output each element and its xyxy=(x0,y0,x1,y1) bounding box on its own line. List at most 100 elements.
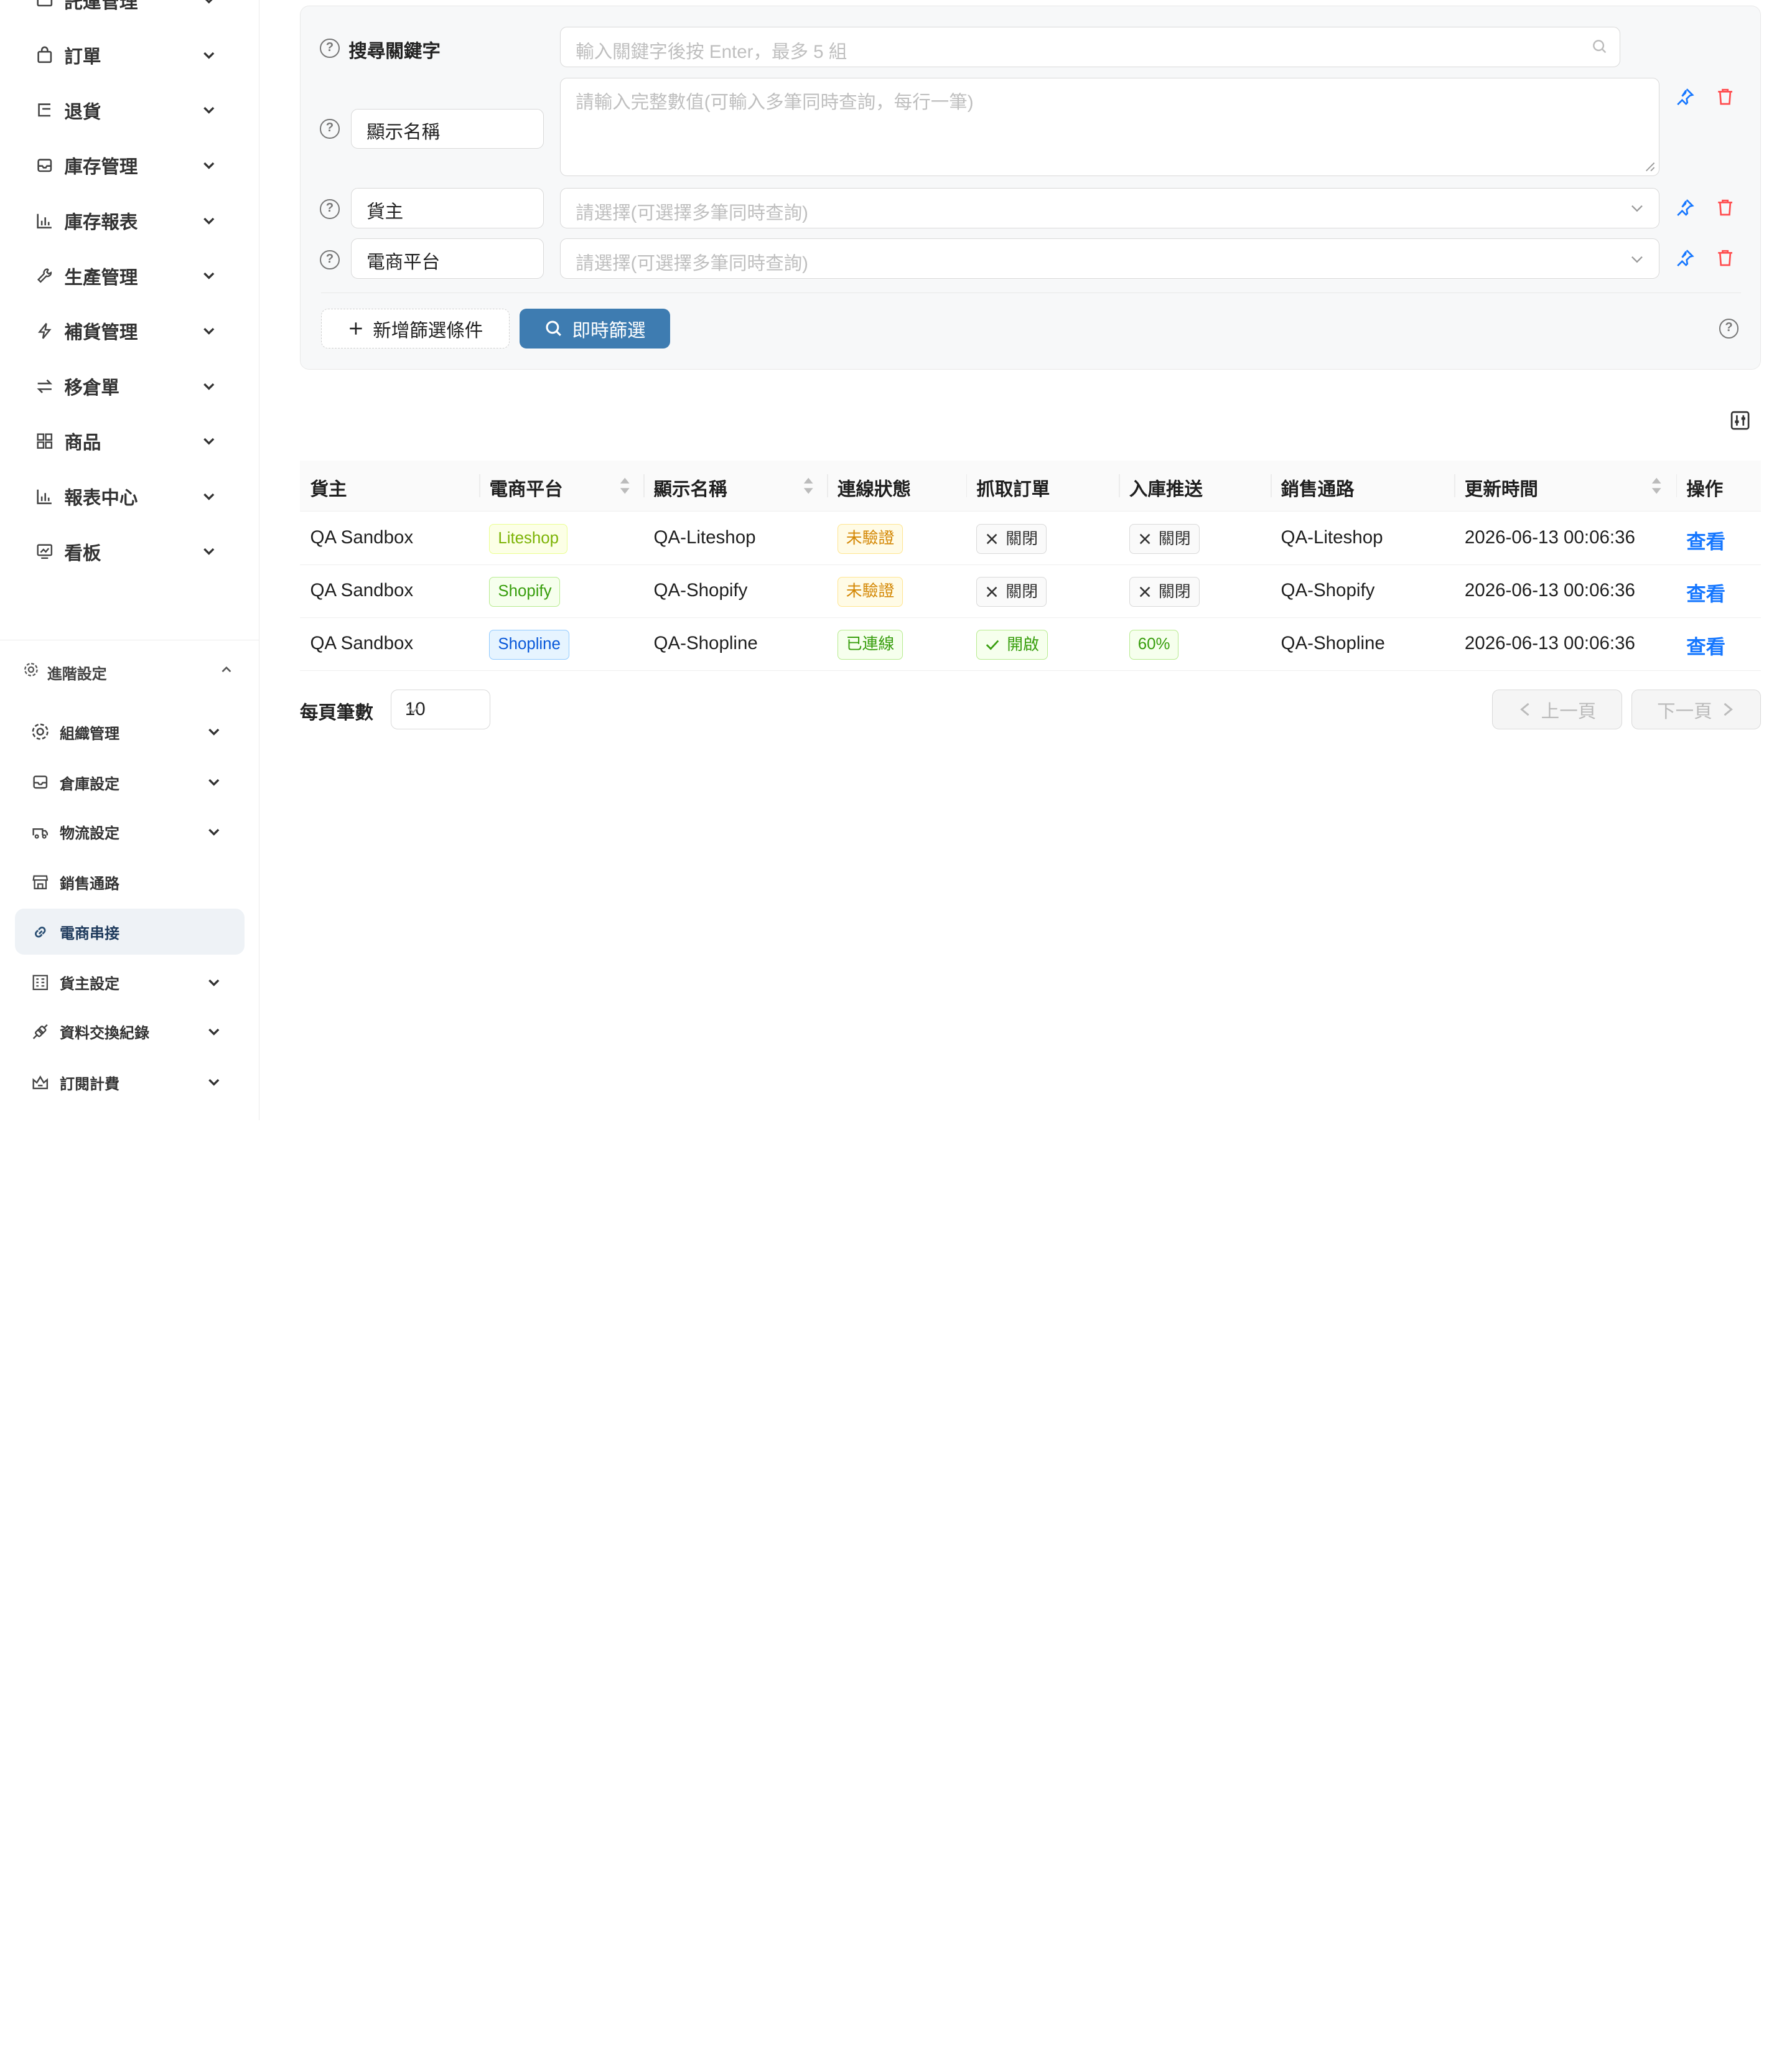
column-settings-icon[interactable] xyxy=(1730,410,1750,431)
column-separator xyxy=(1270,474,1272,498)
close-icon xyxy=(986,533,997,545)
sidebar-item-consignment[interactable]: 託運管理 xyxy=(0,0,259,23)
keyword-label: 搜尋關鍵字 xyxy=(348,41,441,62)
prev-page-label: 上一頁 xyxy=(1541,701,1597,722)
sidebar-item-owner-settings[interactable]: 貨主設定 xyxy=(0,960,259,1006)
sidebar-item-dashboard[interactable]: 看板 xyxy=(0,528,259,574)
filter-field-select-platform[interactable]: 電商平台 xyxy=(351,238,544,279)
prev-page-button[interactable]: 上一頁 xyxy=(1492,689,1622,730)
sidebar-item-ecommerce-integration[interactable]: 電商串接 xyxy=(0,909,259,955)
column-separator xyxy=(966,474,968,498)
sidebar-item-label: 貨主設定 xyxy=(60,975,119,993)
page-size-label: 每頁筆數 xyxy=(299,702,373,723)
inbound-push-tag: 關閉 xyxy=(1129,576,1200,607)
grid-icon xyxy=(34,431,55,451)
sidebar-item-label: 物流設定 xyxy=(60,825,119,843)
filter-divider xyxy=(321,292,1741,293)
view-link[interactable]: 查看 xyxy=(1686,526,1725,554)
sidebar-item-inventory[interactable]: 庫存管理 xyxy=(0,143,259,189)
fetch-orders-value: 關閉 xyxy=(1006,583,1038,601)
sidebar-item-inventory-report[interactable]: 庫存報表 xyxy=(0,198,259,244)
delete-icon[interactable] xyxy=(1715,197,1735,218)
display-name-textarea[interactable]: 請輸入完整數值(可輸入多筆同時查詢，每行一筆) xyxy=(560,77,1659,177)
sidebar-item-label: 組織管理 xyxy=(60,725,119,742)
instant-filter-button[interactable]: 即時篩選 xyxy=(520,308,671,349)
filter-field-select-display-name[interactable]: 顯示名稱 xyxy=(351,108,544,149)
column-header: 入庫推送 xyxy=(1129,479,1203,500)
help-icon[interactable]: ? xyxy=(320,38,340,58)
updated-time-cell: 2026-06-13 00:06:36 xyxy=(1464,633,1635,654)
close-icon xyxy=(1139,586,1150,597)
filter-field-select-owner[interactable]: 貨主 xyxy=(351,187,544,228)
inbox-icon xyxy=(34,155,55,175)
sidebar-item-orders[interactable]: 訂單 xyxy=(0,32,259,78)
search-icon xyxy=(1591,38,1608,55)
sidebar-item-products[interactable]: 商品 xyxy=(0,418,259,464)
help-icon[interactable]: ? xyxy=(320,250,340,269)
help-icon[interactable]: ? xyxy=(1719,319,1739,339)
sidebar-item-report-center[interactable]: 報表中心 xyxy=(0,474,259,520)
instant-filter-label: 即時篩選 xyxy=(572,320,646,341)
sidebar-item-subscription-billing[interactable]: 訂閱計費 xyxy=(0,1059,259,1105)
sidebar-item-returns[interactable]: 退貨 xyxy=(0,87,259,133)
section-label: 進階設定 xyxy=(47,666,107,683)
sidebar-item-label: 託運管理 xyxy=(64,0,138,12)
sidebar-item-production[interactable]: 生產管理 xyxy=(0,253,259,299)
sidebar-item-organization[interactable]: 組織管理 xyxy=(0,709,259,755)
gear-icon xyxy=(23,662,42,680)
view-link[interactable]: 查看 xyxy=(1686,632,1725,660)
chevron-down-icon xyxy=(1629,200,1645,216)
chevron-down-icon xyxy=(205,973,223,992)
inbound-push-value: 關閉 xyxy=(1158,530,1191,548)
add-filter-button[interactable]: 新增篩選條件 xyxy=(321,308,510,349)
sort-icon[interactable] xyxy=(803,475,814,496)
sidebar-item-label: 資料交換紀錄 xyxy=(60,1025,149,1042)
sales-channel-cell: QA-Liteshop xyxy=(1281,527,1383,548)
display-name-cell: QA-Shopify xyxy=(653,580,748,601)
pin-icon[interactable] xyxy=(1674,87,1695,107)
sidebar-item-label: 報表中心 xyxy=(64,488,138,509)
column-header[interactable]: 更新時間 xyxy=(1465,474,1538,501)
column-header[interactable]: 電商平台 xyxy=(489,474,562,501)
page-size-select[interactable]: 10 xyxy=(390,689,491,730)
owner-multiselect[interactable]: 請選擇(可選擇多筆同時查詢) xyxy=(560,187,1659,228)
help-icon[interactable]: ? xyxy=(320,119,340,139)
sidebar-item-replenishment[interactable]: 補貨管理 xyxy=(0,308,259,354)
column-header[interactable]: 顯示名稱 xyxy=(653,474,727,501)
next-page-button[interactable]: 下一頁 xyxy=(1631,689,1762,730)
chevron-down-icon xyxy=(205,823,223,841)
pin-icon[interactable] xyxy=(1674,248,1695,268)
column-separator xyxy=(643,474,645,498)
sidebar-item-sales-channels[interactable]: 銷售通路 xyxy=(0,859,259,905)
chevron-down-icon xyxy=(200,377,218,396)
next-page-label: 下一頁 xyxy=(1657,701,1712,722)
chevron-right-icon xyxy=(1721,701,1735,718)
sidebar-item-logistics-settings[interactable]: 物流設定 xyxy=(0,809,259,855)
keyword-placeholder: 輸入關鍵字後按 Enter，最多 5 組 xyxy=(576,42,847,63)
bar-chart-icon xyxy=(34,486,55,507)
sidebar-section-advanced[interactable]: 進階設定 xyxy=(0,650,259,691)
inbound-push-tag: 60% xyxy=(1129,629,1179,660)
table-row: QA Sandbox Liteshop QA-Liteshop 未驗證 關閉 關… xyxy=(299,512,1762,566)
view-link[interactable]: 查看 xyxy=(1686,579,1725,607)
chevron-down-icon xyxy=(200,156,218,175)
platform-tag: Shopify xyxy=(489,576,561,607)
sidebar-item-warehouse-settings[interactable]: 倉庫設定 xyxy=(0,759,259,805)
lightning-icon xyxy=(34,320,55,341)
column-separator xyxy=(1454,474,1456,498)
sales-channel-cell: QA-Shopify xyxy=(1281,580,1375,601)
pin-icon[interactable] xyxy=(1674,197,1695,218)
platform-multiselect[interactable]: 請選擇(可選擇多筆同時查詢) xyxy=(560,238,1659,279)
sort-icon[interactable] xyxy=(619,475,630,496)
fetch-orders-tag: 關閉 xyxy=(976,523,1047,554)
delete-icon[interactable] xyxy=(1715,87,1735,107)
platform-tag: Liteshop xyxy=(489,523,567,554)
sidebar-item-data-exchange-log[interactable]: 資料交換紀錄 xyxy=(0,1009,259,1055)
help-icon[interactable]: ? xyxy=(320,199,340,219)
sort-icon[interactable] xyxy=(1651,475,1662,496)
keyword-search-input[interactable]: 輸入關鍵字後按 Enter，最多 5 組 xyxy=(560,27,1621,68)
sidebar-item-transfer[interactable]: 移倉單 xyxy=(0,363,259,409)
sidebar-item-label: 銷售通路 xyxy=(60,876,119,893)
delete-icon[interactable] xyxy=(1715,248,1735,268)
resize-handle-icon[interactable] xyxy=(1644,161,1655,172)
